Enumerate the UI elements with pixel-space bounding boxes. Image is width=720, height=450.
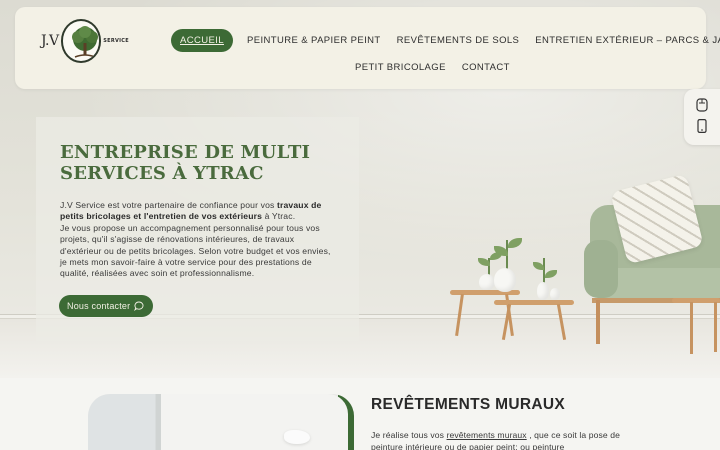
nav-item-revetements-sols[interactable]: REVÊTEMENTS DE SOLS	[389, 29, 528, 52]
side-table-top	[494, 300, 574, 305]
revetements-muraux-link[interactable]: revêtements muraux	[447, 430, 527, 440]
nav-item-petit-bricolage[interactable]: PETIT BRICOLAGE	[347, 56, 454, 79]
hero-card: ENTREPRISE DE MULTI SERVICES À YTRAC J.V…	[36, 117, 359, 341]
side-table-top	[672, 298, 720, 303]
device-preview-toolbar	[684, 89, 720, 145]
hero-title: ENTREPRISE DE MULTI SERVICES À YTRAC	[60, 142, 311, 184]
mobile-icon[interactable]	[696, 118, 708, 134]
section-title-light: REVÊTEMENTS	[371, 396, 496, 413]
logo-service-text: SERVICE	[103, 38, 129, 44]
sofa-leg	[596, 300, 600, 344]
chat-bubble-icon	[134, 301, 144, 311]
nav-item-accueil[interactable]: ACCUEIL	[171, 29, 233, 52]
section-text-part: Je réalise tous vos	[371, 430, 447, 440]
vase	[537, 282, 549, 300]
tree-logo-icon	[60, 19, 102, 63]
vase	[479, 274, 495, 290]
desktop-icon[interactable]	[696, 97, 708, 112]
section-description: Je réalise tous vos revêtements muraux ,…	[371, 429, 641, 450]
hero-text-paragraph: Je vous propose un accompagnement person…	[60, 222, 331, 279]
vase	[550, 288, 560, 300]
section-title-bold: MURAUX	[495, 396, 565, 413]
logo-text: J.V	[41, 33, 59, 49]
main-nav: ACCUEIL PEINTURE & PAPIER PEINT REVÊTEME…	[171, 29, 720, 79]
table-leg	[690, 302, 693, 354]
image-content	[88, 394, 348, 450]
contact-button-label: Nous contacter	[67, 301, 131, 311]
paint-roller-image	[284, 430, 310, 444]
section-title: REVÊTEMENTS MURAUX	[371, 396, 565, 414]
hero-text-part: J.V Service est votre partenaire de conf…	[60, 200, 277, 210]
nav-item-peinture[interactable]: PEINTURE & PAPIER PEINT	[239, 29, 389, 52]
nav-item-contact[interactable]: CONTACT	[454, 56, 518, 79]
wall-painting-image	[88, 394, 354, 450]
logo[interactable]: J.V SERVICE	[41, 19, 129, 63]
contact-button[interactable]: Nous contacter	[59, 295, 154, 317]
vase	[494, 268, 516, 292]
plant-stem	[543, 258, 545, 284]
table-leg	[714, 302, 717, 352]
nav-item-entretien-exterieur[interactable]: ENTRETIEN EXTÉRIEUR – PARCS & JARDINS	[527, 29, 720, 52]
nav-row-1: ACCUEIL PEINTURE & PAPIER PEINT REVÊTEME…	[171, 29, 720, 52]
sofa-arm	[584, 240, 618, 298]
hero-text-part: à Ytrac.	[262, 211, 296, 222]
nav-row-2: PETIT BRICOLAGE CONTACT	[347, 56, 691, 79]
sofa-seat	[600, 268, 720, 302]
hero-description: J.V Service est votre partenaire de conf…	[60, 200, 332, 280]
site-header: J.V SERVICE ACCUEIL PEINTURE & PAPIER PE…	[15, 7, 720, 89]
